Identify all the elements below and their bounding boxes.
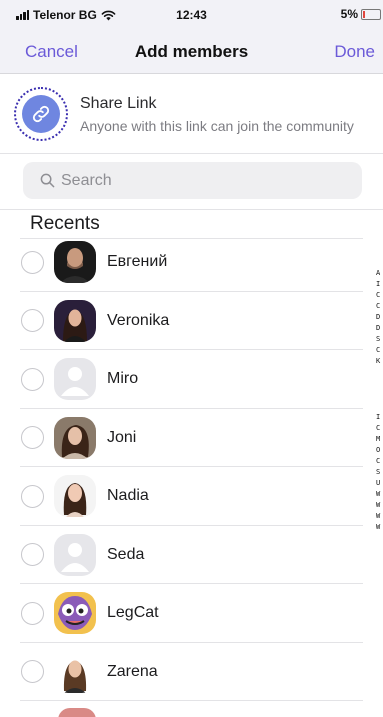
- section-header-recents: Recents: [30, 213, 100, 234]
- avatar: [54, 592, 96, 635]
- done-button[interactable]: Done: [334, 42, 375, 62]
- select-radio[interactable]: [21, 426, 44, 450]
- avatar: [54, 475, 96, 518]
- contact-row[interactable]: Joni: [0, 409, 383, 468]
- contact-row[interactable]: Zarena: [0, 643, 383, 702]
- avatar: [54, 241, 96, 284]
- select-radio[interactable]: [21, 660, 44, 684]
- battery-percent: 5%: [340, 7, 358, 21]
- contact-row[interactable]: Евгений: [0, 233, 383, 292]
- search-area: [0, 154, 383, 210]
- avatar: [54, 650, 96, 693]
- contact-name: Veronika: [107, 311, 170, 329]
- contact-list: Евгений Veronika Miro Joni Nadia Seda Le…: [0, 233, 383, 701]
- contact-name: LegCat: [107, 604, 159, 622]
- select-radio[interactable]: [21, 367, 44, 391]
- partial-avatar: [58, 708, 96, 717]
- side-text-lower: ICMOCSUWWWW: [376, 413, 381, 531]
- select-radio[interactable]: [21, 250, 44, 274]
- contact-name: Seda: [107, 545, 145, 563]
- select-radio[interactable]: [21, 309, 44, 333]
- contact-name: Miro: [107, 370, 139, 388]
- select-radio[interactable]: [21, 484, 44, 508]
- share-link-icon-wrapper: [14, 87, 68, 141]
- status-time: 12:43: [176, 8, 207, 22]
- search-box[interactable]: [23, 162, 362, 199]
- status-right: 5%: [341, 7, 381, 21]
- contact-name: Евгений: [107, 253, 168, 271]
- contact-name: Nadia: [107, 487, 149, 505]
- contact-row[interactable]: Miro: [0, 350, 383, 409]
- side-text-upper: AICCDDSCK: [376, 269, 381, 365]
- navigation-bar: Cancel Add members Done: [0, 32, 383, 74]
- default-avatar-icon: [54, 533, 96, 576]
- contact-name: Joni: [107, 428, 137, 446]
- contact-name: Zarena: [107, 662, 158, 680]
- contact-row[interactable]: Seda: [0, 526, 383, 585]
- share-link-title: Share Link: [80, 95, 157, 112]
- cancel-button[interactable]: Cancel: [25, 42, 78, 62]
- share-link-subtitle: Anyone with this link can join the commu…: [80, 118, 354, 134]
- search-icon: [40, 173, 55, 188]
- select-radio[interactable]: [21, 543, 44, 567]
- search-input[interactable]: [61, 171, 341, 190]
- status-bar: Telenor BG 12:43 5%: [0, 0, 383, 32]
- contact-row[interactable]: Veronika: [0, 292, 383, 351]
- avatar: [54, 299, 96, 342]
- select-radio[interactable]: [21, 601, 44, 625]
- contact-row[interactable]: Nadia: [0, 467, 383, 526]
- link-icon: [22, 95, 60, 133]
- contact-row[interactable]: LegCat: [0, 584, 383, 643]
- share-link-row[interactable]: Share Link Anyone with this link can joi…: [0, 74, 383, 154]
- avatar: [54, 416, 96, 459]
- default-avatar-icon: [54, 358, 96, 401]
- battery-icon: [361, 8, 381, 20]
